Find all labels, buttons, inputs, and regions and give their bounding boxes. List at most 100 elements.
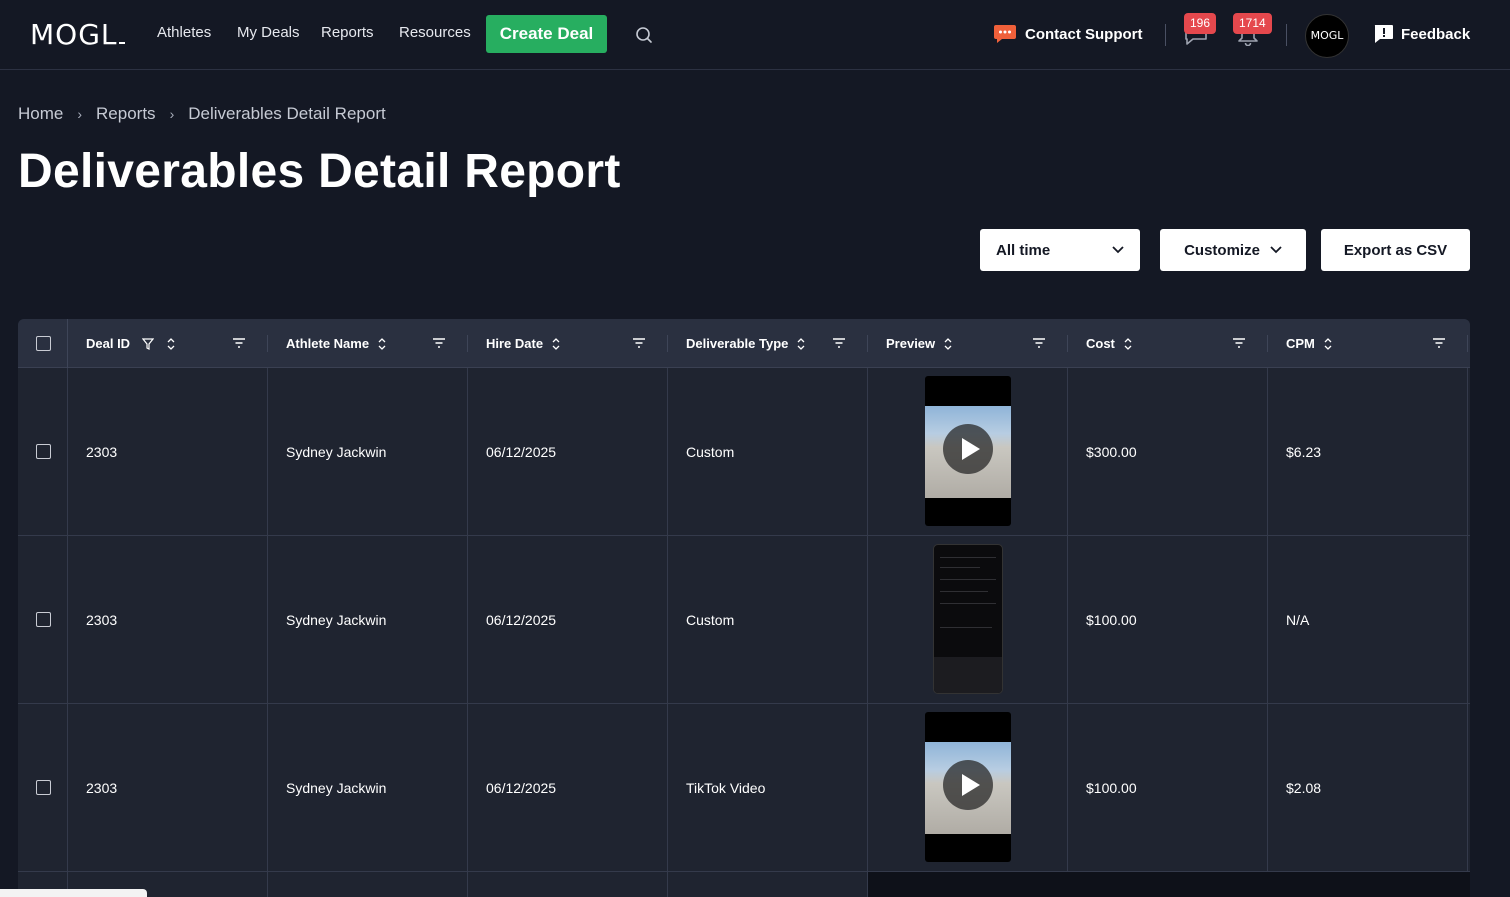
funnel-icon[interactable] [142, 337, 155, 350]
row-checkbox[interactable] [36, 612, 51, 627]
breadcrumb-current: Deliverables Detail Report [188, 104, 386, 123]
select-all-checkbox[interactable] [36, 336, 51, 351]
time-range-dropdown[interactable]: All time [980, 229, 1140, 271]
sort-icon[interactable] [1323, 337, 1333, 351]
play-icon[interactable] [943, 424, 993, 474]
column-menu-icon[interactable] [1032, 337, 1046, 349]
customize-dropdown[interactable]: Customize [1160, 229, 1306, 271]
sort-icon[interactable] [166, 337, 176, 351]
deliverable-type-cell: TikTok Video [686, 780, 766, 796]
column-divider [667, 335, 668, 352]
customize-label: Customize [1184, 241, 1260, 259]
column-header-preview[interactable]: Preview [886, 319, 953, 368]
column-divider [467, 335, 468, 352]
status-bar-tooltip [0, 889, 147, 897]
column-divider [1467, 335, 1468, 352]
feedback-button[interactable]: Feedback [1373, 24, 1470, 44]
nav-athletes[interactable]: Athletes [157, 24, 211, 41]
hire-date-cell: 06/12/2025 [486, 612, 557, 628]
cpm-cell: $6.23 [1286, 444, 1322, 460]
column-menu-icon[interactable] [232, 337, 246, 349]
column-menu-icon[interactable] [832, 337, 846, 349]
video-preview-thumbnail[interactable] [925, 376, 1011, 526]
preview-image [940, 591, 988, 592]
chevron-right-icon: › [169, 106, 175, 122]
chevron-down-icon [1112, 246, 1124, 254]
column-header-hire-date[interactable]: Hire Date [486, 319, 561, 368]
breadcrumb-reports[interactable]: Reports [96, 104, 156, 124]
feedback-label: Feedback [1401, 25, 1471, 43]
deal-id-cell: 2303 [86, 444, 118, 460]
deal-id-cell: 2303 [86, 780, 118, 796]
preview-image [940, 579, 996, 580]
athlete-name-cell[interactable]: Sydney Jackwin [286, 704, 386, 872]
contact-support-label: Contact Support [1025, 25, 1143, 43]
cost-cell: $100.00 [1086, 780, 1137, 796]
nav-reports[interactable]: Reports [321, 24, 374, 41]
preview-image [940, 627, 992, 628]
deal-id-cell: 2303 [86, 612, 118, 628]
feedback-icon [1374, 25, 1393, 43]
table-row[interactable]: 2303 Sydney Jackwin 06/12/2025 TikTok Vi… [18, 704, 1470, 872]
breadcrumb-home[interactable]: Home [18, 104, 63, 124]
column-menu-icon[interactable] [632, 337, 646, 349]
column-header-deliverable-type[interactable]: Deliverable Type [686, 319, 806, 368]
column-header-athlete-name[interactable]: Athlete Name [286, 319, 387, 368]
column-header-cpm[interactable]: CPM [1286, 319, 1333, 368]
column-divider [267, 335, 268, 352]
column-header-deal-id[interactable]: Deal ID [86, 319, 176, 368]
athlete-name-cell[interactable]: Sydney Jackwin [286, 368, 386, 536]
search-icon[interactable] [634, 25, 654, 45]
notifications-badge: 1714 [1233, 13, 1272, 34]
preview-image [934, 657, 1002, 693]
time-range-value: All time [996, 241, 1051, 259]
nav-my-deals[interactable]: My Deals [237, 24, 300, 41]
export-csv-button[interactable]: Export as CSV [1321, 229, 1470, 271]
sort-icon[interactable] [377, 337, 387, 351]
preview-image [868, 872, 1470, 897]
column-menu-icon[interactable] [432, 337, 446, 349]
row-checkbox[interactable] [36, 780, 51, 795]
column-menu-icon[interactable] [1432, 337, 1446, 349]
column-menu-icon[interactable] [1232, 337, 1246, 349]
row-checkbox[interactable] [36, 444, 51, 459]
sort-icon[interactable] [1123, 337, 1133, 351]
screenshot-preview-thumbnail[interactable] [933, 544, 1003, 694]
messages-badge: 196 [1184, 13, 1217, 34]
table-row[interactable] [18, 872, 1470, 897]
play-icon[interactable] [943, 760, 993, 810]
deliverables-table: Deal ID Athlete Name Hire Date Deliverab… [18, 319, 1470, 897]
create-deal-button[interactable]: Create Deal [486, 15, 607, 53]
column-divider [1067, 335, 1068, 352]
table-header: Deal ID Athlete Name Hire Date Deliverab… [18, 319, 1470, 368]
deliverable-type-cell: Custom [686, 612, 735, 628]
table-row[interactable]: 2303 Sydney Jackwin 06/12/2025 Custom $3… [18, 368, 1470, 536]
sort-icon[interactable] [796, 337, 806, 351]
export-csv-label: Export as CSV [1343, 241, 1448, 259]
messages-button[interactable]: 196 [1184, 13, 1217, 48]
cost-cell: $300.00 [1086, 444, 1137, 460]
cpm-cell: $2.08 [1286, 780, 1322, 796]
nav-divider [1286, 24, 1287, 46]
mogl-logo[interactable]: MOGL [30, 18, 125, 51]
video-preview-thumbnail[interactable] [925, 712, 1011, 862]
deliverable-type-cell: Custom [686, 444, 735, 460]
avatar[interactable]: MOGL [1305, 14, 1349, 58]
sort-icon[interactable] [943, 337, 953, 351]
athlete-name-cell[interactable]: Sydney Jackwin [286, 536, 386, 704]
preview-image [940, 567, 980, 568]
notifications-button[interactable]: 1714 [1233, 13, 1272, 48]
sort-icon[interactable] [551, 337, 561, 351]
nav-resources[interactable]: Resources [399, 24, 471, 41]
breadcrumb: Home › Reports › Deliverables Detail Rep… [18, 104, 386, 124]
contact-support-link[interactable]: Contact Support [993, 22, 1143, 46]
hire-date-cell: 06/12/2025 [486, 780, 557, 796]
column-divider [867, 335, 868, 352]
column-header-cost[interactable]: Cost [1086, 319, 1133, 368]
top-navigation: MOGL Athletes My Deals Reports Resources… [0, 0, 1510, 70]
table-row[interactable]: 2303 Sydney Jackwin 06/12/2025 Custom $1… [18, 536, 1470, 704]
hire-date-cell: 06/12/2025 [486, 444, 557, 460]
page-title: Deliverables Detail Report [18, 145, 621, 198]
chat-bubble-icon [994, 25, 1016, 43]
chevron-down-icon [1270, 246, 1282, 254]
